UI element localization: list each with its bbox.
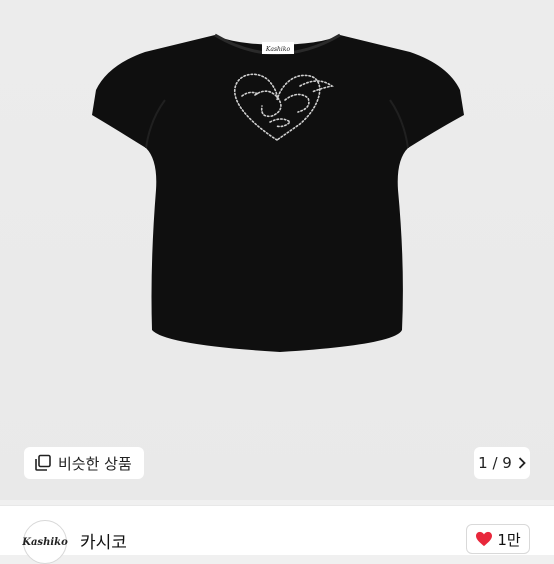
seller-logo-text: Kashiko: [22, 536, 68, 548]
like-count: 1만: [497, 530, 521, 549]
like-button[interactable]: 1만: [466, 524, 530, 554]
seller-name[interactable]: 카시코: [80, 528, 127, 553]
pager-text: 1 / 9: [478, 454, 512, 472]
seller-avatar[interactable]: Kashiko: [22, 520, 68, 564]
similar-items-icon: [35, 454, 51, 471]
similar-products-button[interactable]: 비슷한 상품: [24, 447, 144, 479]
tshirt-image: Kashiko: [92, 33, 464, 352]
image-pager[interactable]: 1 / 9: [474, 447, 530, 479]
seller-bar: Kashiko 카시코 1만: [0, 505, 554, 564]
heart-icon: [476, 531, 493, 547]
product-image[interactable]: Kashiko: [0, 0, 554, 500]
similar-products-label: 비슷한 상품: [58, 454, 132, 473]
chevron-right-icon: [518, 457, 526, 469]
label-brand-text: Kashiko: [265, 46, 291, 53]
